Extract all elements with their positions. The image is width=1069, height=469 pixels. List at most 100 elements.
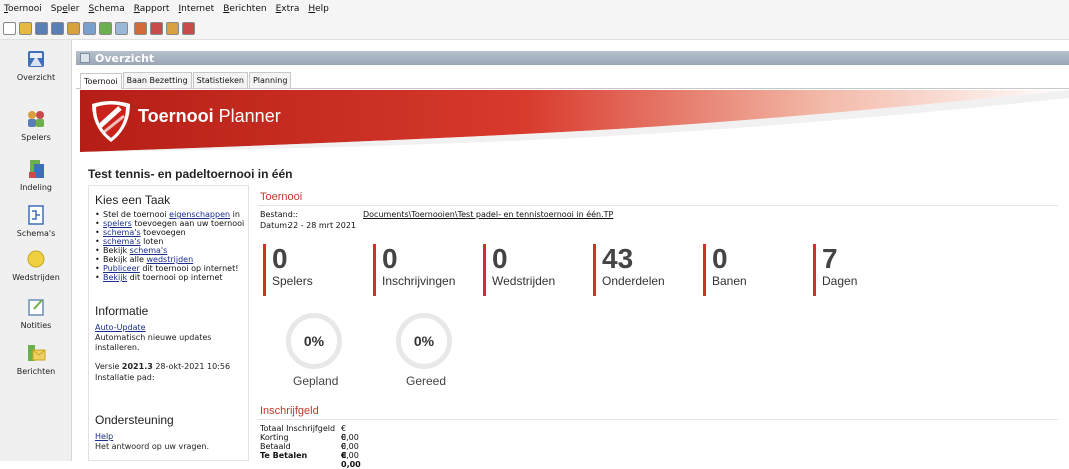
gauge-label: Gepland: [293, 374, 339, 388]
stat-label: Dagen: [822, 274, 858, 288]
stat-value: 0: [382, 243, 398, 274]
stat-label: Wedstrijden: [492, 274, 556, 288]
sidebar-item-notities[interactable]: Notities: [0, 296, 72, 330]
stat-value: 0: [272, 243, 288, 274]
tab-statistieken[interactable]: Statistieken: [192, 72, 248, 88]
menu-rapport[interactable]: Rapport: [134, 4, 170, 14]
tool-icon[interactable]: [67, 22, 80, 35]
task-item: spelers toevoegen aan uw toernooi: [93, 219, 249, 228]
file-label: Bestand:: [260, 210, 296, 219]
user-icon[interactable]: [134, 22, 147, 35]
sidebar-item-overzicht[interactable]: Overzicht: [0, 48, 72, 82]
section-divider: [258, 419, 1058, 420]
task-item: Bekijk dit toernooi op internet: [93, 273, 249, 282]
task-link[interactable]: eigenschappen: [169, 210, 230, 219]
sidebar-item-label: Indeling: [19, 183, 53, 192]
toolbar: [0, 18, 1069, 40]
sidebar-item-berichten[interactable]: Berichten: [0, 342, 72, 376]
help-link[interactable]: Help: [95, 432, 113, 441]
stat-label: Spelers: [272, 274, 313, 288]
stat-label: Banen: [712, 274, 747, 288]
stat-label: Onderdelen: [602, 274, 665, 288]
sidebar-item-spelers[interactable]: Spelers: [0, 108, 72, 142]
tab-baan-bezetting[interactable]: Baan Bezetting: [122, 72, 192, 88]
menubar: Toernooi Speler Schema Rapport Internet …: [0, 0, 1069, 18]
fee-row: Te Betalen € 0,00: [260, 451, 361, 469]
users-icon[interactable]: [150, 22, 163, 35]
gauge-label: Gereed: [406, 374, 447, 388]
stat-onderdelen: 43 Onderdelen: [593, 244, 665, 296]
notes-icon: [28, 299, 44, 316]
new-icon[interactable]: [3, 22, 16, 35]
user-icon[interactable]: [182, 22, 195, 35]
tool-icon[interactable]: [35, 22, 48, 35]
menu-help[interactable]: Help: [308, 4, 329, 14]
tournament-title: Toernooi: [260, 191, 303, 203]
sidebar-item-indeling[interactable]: Indeling: [0, 158, 72, 192]
support-title: Ondersteuning: [95, 413, 174, 427]
auto-update-text: Automatisch nieuwe updates installeren.: [95, 333, 212, 352]
tab-planning[interactable]: Planning: [248, 72, 292, 88]
task-link[interactable]: Bekijk: [103, 273, 127, 282]
help-text: Het antwoord op uw vragen.: [95, 442, 210, 451]
tab-toernooi[interactable]: Toernooi: [80, 73, 122, 89]
tool-icon[interactable]: [115, 22, 128, 35]
task-link[interactable]: wedstrijden: [146, 255, 193, 264]
stat-spelers: 0 Spelers: [263, 244, 313, 296]
panel-header: Overzicht: [76, 51, 1069, 65]
task-item: schema's toevoegen: [93, 228, 249, 237]
task-item: Publiceer dit toernooi op internet!: [93, 264, 249, 273]
menu-internet[interactable]: Internet: [178, 4, 214, 14]
page-title: Test tennis- en padeltoernooi in één: [88, 167, 293, 181]
menu-berichten[interactable]: Berichten: [223, 4, 266, 14]
date-label: Datum:: [260, 221, 290, 230]
menu-extra[interactable]: Extra: [276, 4, 300, 14]
brand-title: Toernooi Planner: [138, 106, 281, 126]
schema-icon: [28, 205, 44, 225]
task-link[interactable]: schema's: [103, 237, 141, 246]
menu-toernooi[interactable]: Toernooi: [4, 4, 42, 14]
stat-wedstrijden: 0 Wedstrijden: [483, 244, 555, 296]
stat-value: 0: [712, 243, 728, 274]
tool-icon[interactable]: [99, 22, 112, 35]
sidebar-item-label: Wedstrijden: [12, 273, 60, 282]
tool-icon[interactable]: [51, 22, 64, 35]
version-info: Versie 2021.3 28-okt-2021 10:56: [95, 362, 231, 371]
task-list: Stel de toernooi eigenschappen in speler…: [93, 210, 249, 282]
section-divider: [258, 205, 1058, 206]
tool-icon[interactable]: [166, 22, 179, 35]
file-path-link[interactable]: Documents\Toernooien\Test padel- en tenn…: [363, 210, 613, 219]
fee-row: Korting € 0,00: [260, 433, 359, 451]
menu-schema[interactable]: Schema: [89, 4, 125, 14]
logo-icon: [92, 101, 130, 142]
task-item: Stel de toernooi eigenschappen in: [93, 210, 249, 219]
fee-row: Betaald € 0,00: [260, 442, 359, 460]
tool-icon[interactable]: [83, 22, 96, 35]
gauge-gepland: 0%: [286, 313, 342, 369]
sidebar-item-label: Overzicht: [16, 73, 56, 82]
task-link[interactable]: schema's: [130, 246, 168, 255]
open-icon[interactable]: [19, 22, 32, 35]
task-panel: Kies een Taak Stel de toernooi eigenscha…: [88, 185, 249, 461]
sidebar-item-schemas[interactable]: Schema's: [0, 204, 72, 238]
stat-value: 43: [602, 243, 634, 274]
panel-title: Overzicht: [95, 51, 155, 65]
auto-update-link[interactable]: Auto-Update: [95, 323, 146, 332]
overview-icon: [28, 51, 44, 67]
sidebar: Overzicht Spelers Indeling Schema's Weds…: [0, 40, 72, 461]
stat-dagen: 7 Dagen: [813, 244, 857, 296]
stat-label: Inschrijvingen: [382, 274, 456, 288]
match-icon: [27, 250, 45, 268]
task-item: Bekijk schema's: [93, 246, 249, 255]
fee-row: Totaal Inschrijfgeld € 0,00: [260, 424, 359, 442]
sidebar-item-label: Notities: [20, 321, 52, 330]
sidebar-item-wedstrijden[interactable]: Wedstrijden: [0, 248, 72, 282]
menu-speler[interactable]: Speler: [51, 4, 80, 14]
fees-title: Inschrijfgeld: [260, 405, 319, 417]
layout-icon: [29, 160, 44, 178]
task-link[interactable]: Publiceer: [103, 264, 140, 273]
task-link[interactable]: spelers: [103, 219, 132, 228]
players-icon: [28, 111, 44, 127]
task-link[interactable]: schema's: [103, 228, 141, 237]
install-path: Installatie pad:: [95, 373, 155, 382]
